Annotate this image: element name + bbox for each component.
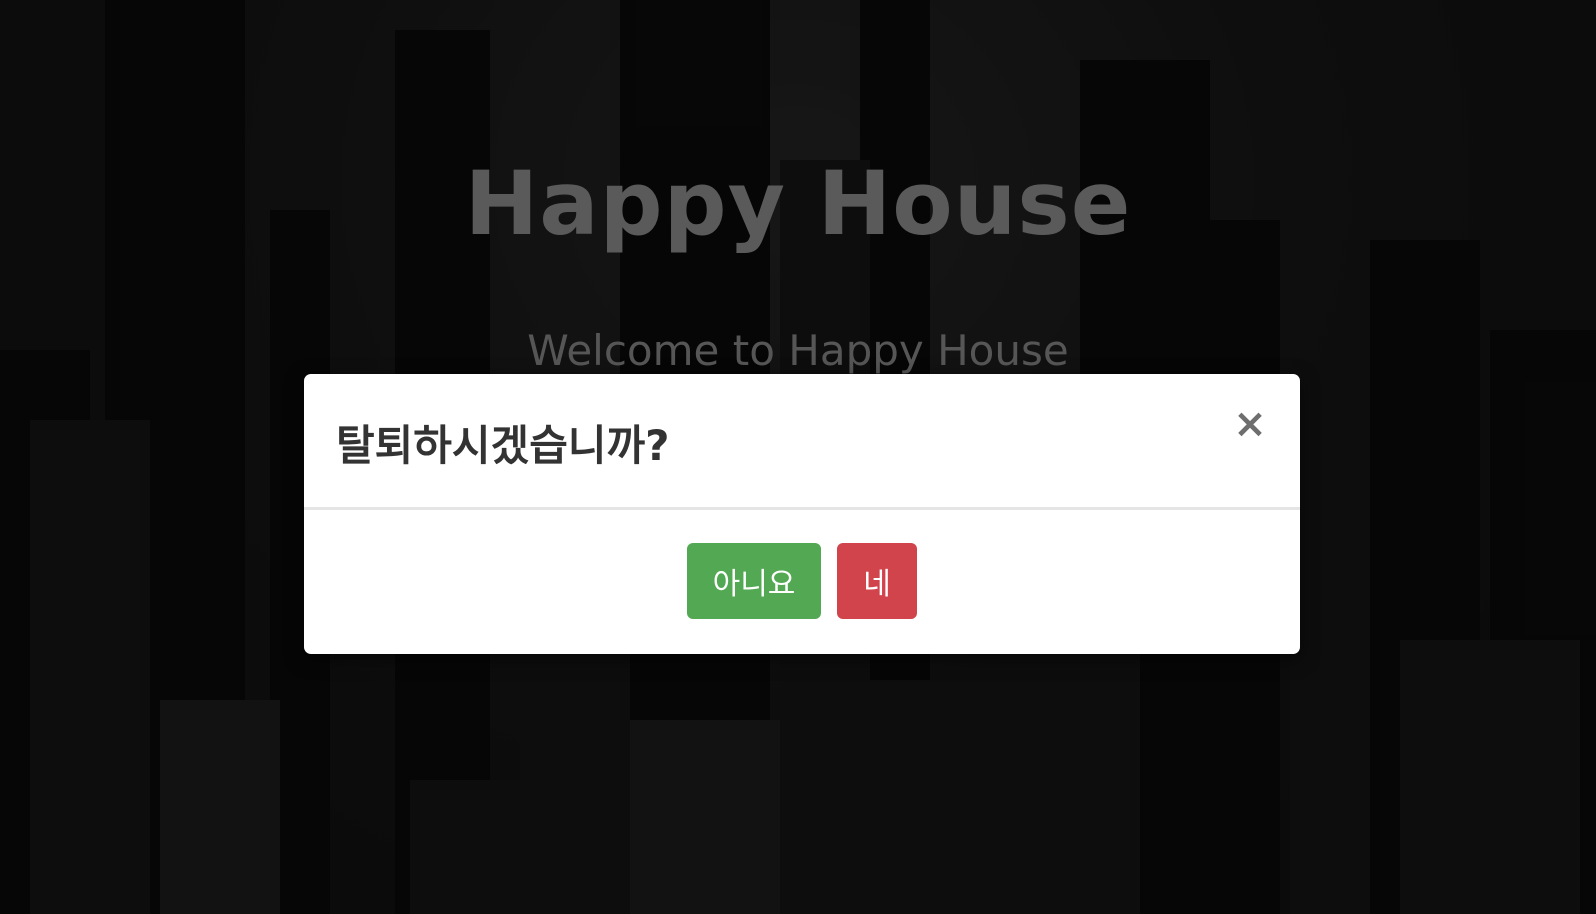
close-icon[interactable]: × <box>1230 404 1270 444</box>
hero-title: Happy House <box>464 152 1132 255</box>
yes-button[interactable]: 네 <box>837 542 917 619</box>
modal-footer: 아니요 네 <box>304 513 1300 654</box>
modal-header: 탈퇴하시겠습니까? × <box>304 374 1300 510</box>
page: Happy House Welcome to Happy House 탈퇴하시겠… <box>0 0 1596 914</box>
no-button[interactable]: 아니요 <box>687 542 821 619</box>
confirm-withdraw-modal: 탈퇴하시겠습니까? × 아니요 네 <box>304 374 1300 654</box>
modal-title: 탈퇴하시겠습니까? <box>336 421 670 470</box>
hero-subtitle: Welcome to Happy House <box>527 326 1069 375</box>
